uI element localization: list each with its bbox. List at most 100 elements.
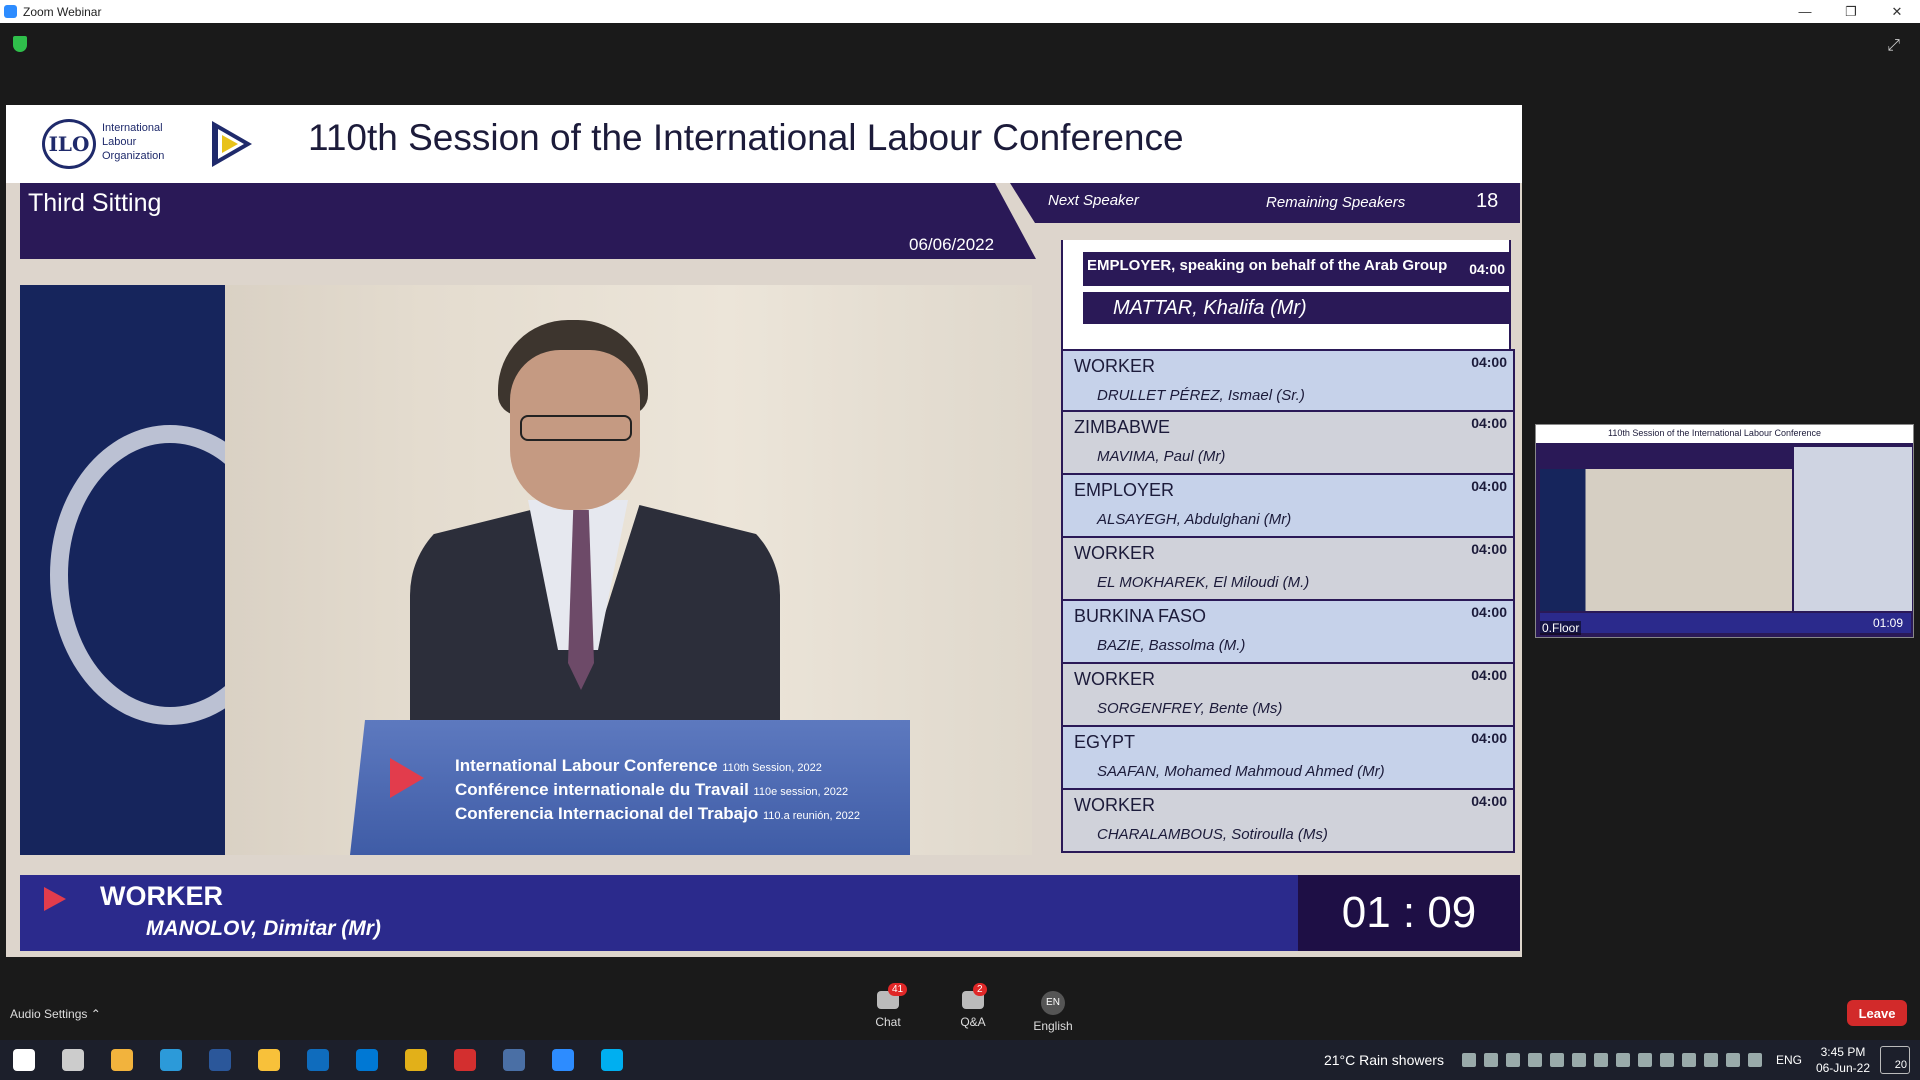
system-tray: 21°C Rain showers ENG 3:45 PM 06-Jun-22 … bbox=[1324, 1040, 1920, 1080]
word-icon bbox=[209, 1049, 231, 1071]
taskbar-zoom-button[interactable] bbox=[539, 1040, 587, 1080]
sitting-banner: Third Sitting 06/06/2022 bbox=[20, 183, 1036, 259]
current-speaker-name: MANOLOV, Dimitar (Mr) bbox=[146, 917, 381, 940]
speaker-list-item: BURKINA FASO 04:00 BAZIE, Bassolma (M.) bbox=[1061, 601, 1515, 664]
thumbnail-speaker-list bbox=[1794, 447, 1912, 611]
tray-icon[interactable] bbox=[1483, 1053, 1498, 1067]
speaker-list-item: WORKER 04:00 CHARALAMBOUS, Sotiroulla (Ms) bbox=[1061, 790, 1515, 853]
thumbnail-video-area bbox=[1540, 469, 1792, 611]
zoom-icon bbox=[552, 1049, 574, 1071]
podium-line: International Labour Conference 110th Se… bbox=[455, 756, 822, 775]
fullscreen-icon[interactable]: ⤢ bbox=[1887, 37, 1900, 55]
explorer-icon bbox=[258, 1049, 280, 1071]
taskbar-task-view-button[interactable] bbox=[49, 1040, 97, 1080]
shared-screen: ILO International Labour Organization 11… bbox=[6, 105, 1522, 957]
slide-header: ILO International Labour Organization 11… bbox=[6, 105, 1522, 183]
windows-taskbar: 21°C Rain showers ENG 3:45 PM 06-Jun-22 … bbox=[0, 1040, 1920, 1080]
tray-icon[interactable] bbox=[1747, 1053, 1762, 1067]
ilo-org-name: International Labour Organization bbox=[102, 122, 165, 162]
qa-badge: 2 bbox=[973, 983, 987, 996]
clock-time: 3:45 PM bbox=[1820, 1045, 1866, 1059]
speaker-list-item: WORKER 04:00 EL MOKHAREK, El Miloudi (M.) bbox=[1061, 538, 1515, 601]
window-controls: — ❐ ✕ bbox=[1782, 4, 1920, 20]
acrobat-icon bbox=[454, 1049, 476, 1071]
tray-icon[interactable] bbox=[1593, 1053, 1608, 1067]
ilo-logo: ILO bbox=[42, 119, 96, 169]
speaker-list: WORKER 04:00 DRULLET PÉREZ, Ismael (Sr.) Z… bbox=[1061, 349, 1515, 863]
podium-line: Conférence internationale du Travail 110… bbox=[455, 780, 849, 799]
tray-icon[interactable] bbox=[1725, 1053, 1740, 1067]
podium: International Labour Conference 110th Se… bbox=[350, 720, 910, 855]
language-label: English bbox=[1033, 1019, 1073, 1033]
next-speaker-category-box: EMPLOYER, speaking on behalf of the Arab… bbox=[1083, 252, 1509, 286]
taskbar-outlook-button[interactable] bbox=[294, 1040, 342, 1080]
tray-icons bbox=[1461, 1053, 1762, 1067]
speaker-list-item: ZIMBABWE 04:00 MAVIMA, Paul (Mr) bbox=[1061, 412, 1515, 475]
chrome-icon bbox=[405, 1049, 427, 1071]
calculator-icon bbox=[503, 1049, 525, 1071]
leave-button[interactable]: Leave bbox=[1847, 1000, 1907, 1026]
clock[interactable]: 3:45 PM 06-Jun-22 bbox=[1816, 1044, 1870, 1076]
minimize-button[interactable]: — bbox=[1782, 4, 1828, 20]
tray-icon[interactable] bbox=[1571, 1053, 1586, 1067]
tray-icon[interactable] bbox=[1505, 1053, 1520, 1067]
conference-title: 110th Session of the International Labou… bbox=[308, 117, 1184, 158]
tray-icon[interactable] bbox=[1681, 1053, 1696, 1067]
podium-play-icon bbox=[390, 758, 424, 798]
tray-icon[interactable] bbox=[1615, 1053, 1630, 1067]
podium-line: Conferencia Internacional del Trabajo 11… bbox=[455, 804, 861, 823]
taskbar-acrobat-button[interactable] bbox=[441, 1040, 489, 1080]
taskbar-explorer-button[interactable] bbox=[245, 1040, 293, 1080]
participant-name-label: 0.Floor bbox=[1540, 621, 1582, 635]
clock-date: 06-Jun-22 bbox=[1815, 1061, 1870, 1075]
remaining-speakers-label: Remaining Speakers bbox=[1266, 194, 1406, 211]
tray-icon[interactable] bbox=[1637, 1053, 1652, 1067]
speaker-list-item: WORKER 04:00 DRULLET PÉREZ, Ismael (Sr.) bbox=[1061, 349, 1515, 412]
taskbar-skype-business-button[interactable] bbox=[343, 1040, 391, 1080]
speaker-timer: 01 : 09 bbox=[1298, 875, 1520, 951]
input-language[interactable]: ENG bbox=[1776, 1053, 1802, 1067]
restore-button[interactable]: ❐ bbox=[1828, 4, 1874, 20]
next-speaker-name: MATTAR, Khalifa (Mr) bbox=[1113, 297, 1307, 319]
audio-settings-button[interactable]: Audio Settings ⌃ bbox=[10, 1007, 101, 1021]
ilo-emblem bbox=[50, 425, 225, 725]
ilc-arrow-logo bbox=[212, 121, 252, 167]
qa-button[interactable]: 2 Q&A bbox=[945, 983, 1001, 1029]
chat-label: Chat bbox=[875, 1015, 901, 1029]
speaker-list-item: WORKER 04:00 SORGENFREY, Bente (Ms) bbox=[1061, 664, 1515, 727]
speaker-video: International Labour Conference 110th Se… bbox=[20, 285, 1032, 855]
taskbar-edge-button[interactable] bbox=[147, 1040, 195, 1080]
task-view-icon bbox=[62, 1049, 84, 1071]
taskbar-chrome-button[interactable] bbox=[392, 1040, 440, 1080]
taskbar-calculator-button[interactable] bbox=[490, 1040, 538, 1080]
taskbar-store-button[interactable] bbox=[98, 1040, 146, 1080]
taskbar-word-button[interactable] bbox=[196, 1040, 244, 1080]
start-icon bbox=[13, 1049, 35, 1071]
skype-business-icon bbox=[356, 1049, 378, 1071]
tray-icon[interactable] bbox=[1659, 1053, 1674, 1067]
tray-icon[interactable] bbox=[1549, 1053, 1564, 1067]
tray-icon[interactable] bbox=[1461, 1053, 1476, 1067]
weather-widget[interactable]: 21°C Rain showers bbox=[1324, 1052, 1444, 1068]
close-button[interactable]: ✕ bbox=[1874, 4, 1920, 20]
skype-icon bbox=[601, 1049, 623, 1071]
ilo-flag bbox=[20, 285, 225, 855]
current-speaker-category: WORKER bbox=[100, 881, 223, 911]
next-speaker-label: Next Speaker bbox=[1048, 192, 1139, 209]
next-speaker-time: 04:00 bbox=[1469, 261, 1505, 277]
language-interpretation-button[interactable]: EN English bbox=[1025, 991, 1081, 1033]
taskbar-start-button[interactable] bbox=[0, 1040, 48, 1080]
speaker-thumbnail-video[interactable]: 110th Session of the International Labou… bbox=[1535, 424, 1914, 638]
notification-center-button[interactable]: 20 bbox=[1880, 1046, 1910, 1074]
chat-button[interactable]: 41 Chat bbox=[860, 983, 916, 1029]
next-speaker-name-box: MATTAR, Khalifa (Mr) bbox=[1083, 292, 1509, 324]
sitting-title: Third Sitting bbox=[28, 189, 162, 217]
speaker-list-item: EMPLOYER 04:00 ALSAYEGH, Abdulghani (Mr) bbox=[1061, 475, 1515, 538]
thumbnail-timer: 01:09 bbox=[1872, 616, 1903, 630]
zoom-control-bar: Audio Settings ⌃ 41 Chat 2 Q&A EN Englis… bbox=[0, 957, 1920, 1040]
security-shield-icon[interactable] bbox=[13, 36, 27, 52]
taskbar-skype-button[interactable] bbox=[588, 1040, 636, 1080]
remaining-speakers-count: 18 bbox=[1476, 190, 1499, 212]
tray-icon[interactable] bbox=[1703, 1053, 1718, 1067]
tray-icon[interactable] bbox=[1527, 1053, 1542, 1067]
